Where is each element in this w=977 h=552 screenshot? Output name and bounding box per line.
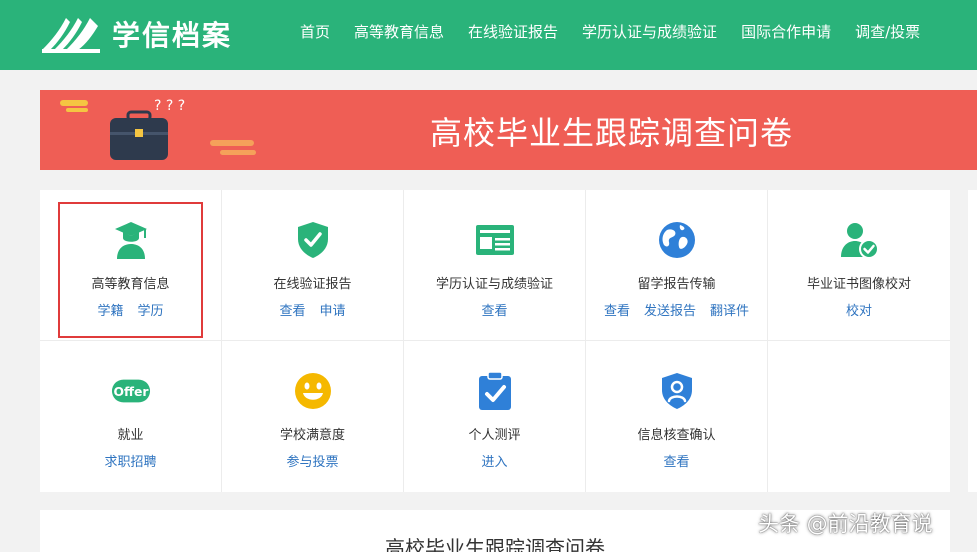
link-vote[interactable]: 参与投票 — [286, 451, 338, 470]
shield-user-icon — [657, 371, 697, 411]
site-logo[interactable]: 学信档案 — [40, 10, 232, 58]
nav-higher-education-info[interactable]: 高等教育信息 — [354, 21, 444, 42]
watermark: 头条 @前沿教育说 — [758, 512, 933, 536]
link-view[interactable]: 查看 — [481, 300, 507, 319]
link-degree[interactable]: 学历 — [138, 300, 164, 319]
service-title: 在线验证报告 — [273, 277, 352, 292]
service-title: 留学报告传输 — [637, 277, 716, 292]
logo-text: 学信档案 — [112, 19, 233, 52]
globe-icon — [657, 220, 697, 260]
link-translation[interactable]: 翻译件 — [710, 300, 749, 319]
banner-title: 高校毕业生跟踪调查问卷 — [430, 114, 794, 152]
link-send-report[interactable]: 发送报告 — [644, 300, 696, 319]
service-school-satisfaction[interactable]: 学校满意度 参与投票 — [222, 341, 404, 492]
service-title: 个人测评 — [468, 428, 521, 443]
nav-survey-vote[interactable]: 调查/投票 — [855, 21, 920, 42]
service-grid: 高等教育信息 学籍 学历 在线验证报告 查看 申请 学历认证与成绩验证 查看 留… — [40, 190, 950, 492]
link-student-status[interactable]: 学籍 — [97, 300, 123, 319]
service-title: 学历认证与成绩验证 — [435, 277, 553, 292]
link-check[interactable]: 校对 — [846, 300, 872, 319]
nav-online-verification[interactable]: 在线验证报告 — [468, 21, 558, 42]
main-nav: 首页 高等教育信息 在线验证报告 学历认证与成绩验证 国际合作申请 调查/投票 — [300, 0, 920, 62]
service-degree-certification[interactable]: 学历认证与成绩验证 查看 — [404, 190, 586, 341]
id-card-icon — [475, 220, 515, 260]
nav-international-cooperation[interactable]: 国际合作申请 — [741, 21, 831, 42]
service-title: 信息核查确认 — [637, 428, 716, 443]
link-apply[interactable]: 申请 — [320, 300, 346, 319]
offer-badge-text: Offer — [113, 385, 149, 399]
link-enter[interactable]: 进入 — [481, 451, 507, 470]
shield-check-icon — [293, 220, 333, 260]
graduate-icon — [111, 220, 151, 260]
side-panel-edge — [968, 190, 977, 492]
service-title: 高等教育信息 — [91, 277, 170, 292]
survey-banner[interactable]: ? ? ? 高校毕业生跟踪调查问卷 — [40, 90, 977, 170]
service-higher-education-info[interactable]: 高等教育信息 学籍 学历 — [40, 190, 222, 341]
briefcase-illustration-icon: ? ? ? — [60, 98, 256, 160]
top-header: 学信档案 首页 高等教育信息 在线验证报告 学历认证与成绩验证 国际合作申请 调… — [0, 0, 977, 70]
user-check-icon — [839, 220, 879, 260]
question-marks: ? ? ? — [154, 98, 185, 114]
smiley-icon — [293, 371, 333, 411]
link-view[interactable]: 查看 — [604, 300, 630, 319]
service-online-verification[interactable]: 在线验证报告 查看 申请 — [222, 190, 404, 341]
book-logo-icon — [42, 18, 100, 53]
service-title: 毕业证书图像校对 — [806, 277, 911, 292]
link-view[interactable]: 查看 — [663, 451, 689, 470]
service-employment[interactable]: Offer 就业 求职招聘 — [40, 341, 222, 492]
service-info-verification[interactable]: 信息核查确认 查看 — [586, 341, 768, 492]
service-study-abroad-report[interactable]: 留学报告传输 查看 发送报告 翻译件 — [586, 190, 768, 341]
service-title: 就业 — [117, 428, 144, 443]
nav-home[interactable]: 首页 — [300, 21, 330, 42]
empty-cell — [768, 341, 950, 492]
clipboard-check-icon — [475, 371, 515, 411]
service-diploma-image-check[interactable]: 毕业证书图像校对 校对 — [768, 190, 950, 341]
offer-icon: Offer — [111, 371, 151, 411]
link-job-recruitment[interactable]: 求职招聘 — [104, 451, 156, 470]
service-personal-assessment[interactable]: 个人测评 进入 — [404, 341, 586, 492]
nav-degree-certification[interactable]: 学历认证与成绩验证 — [582, 21, 717, 42]
service-title: 学校满意度 — [279, 428, 345, 443]
link-view[interactable]: 查看 — [279, 300, 305, 319]
